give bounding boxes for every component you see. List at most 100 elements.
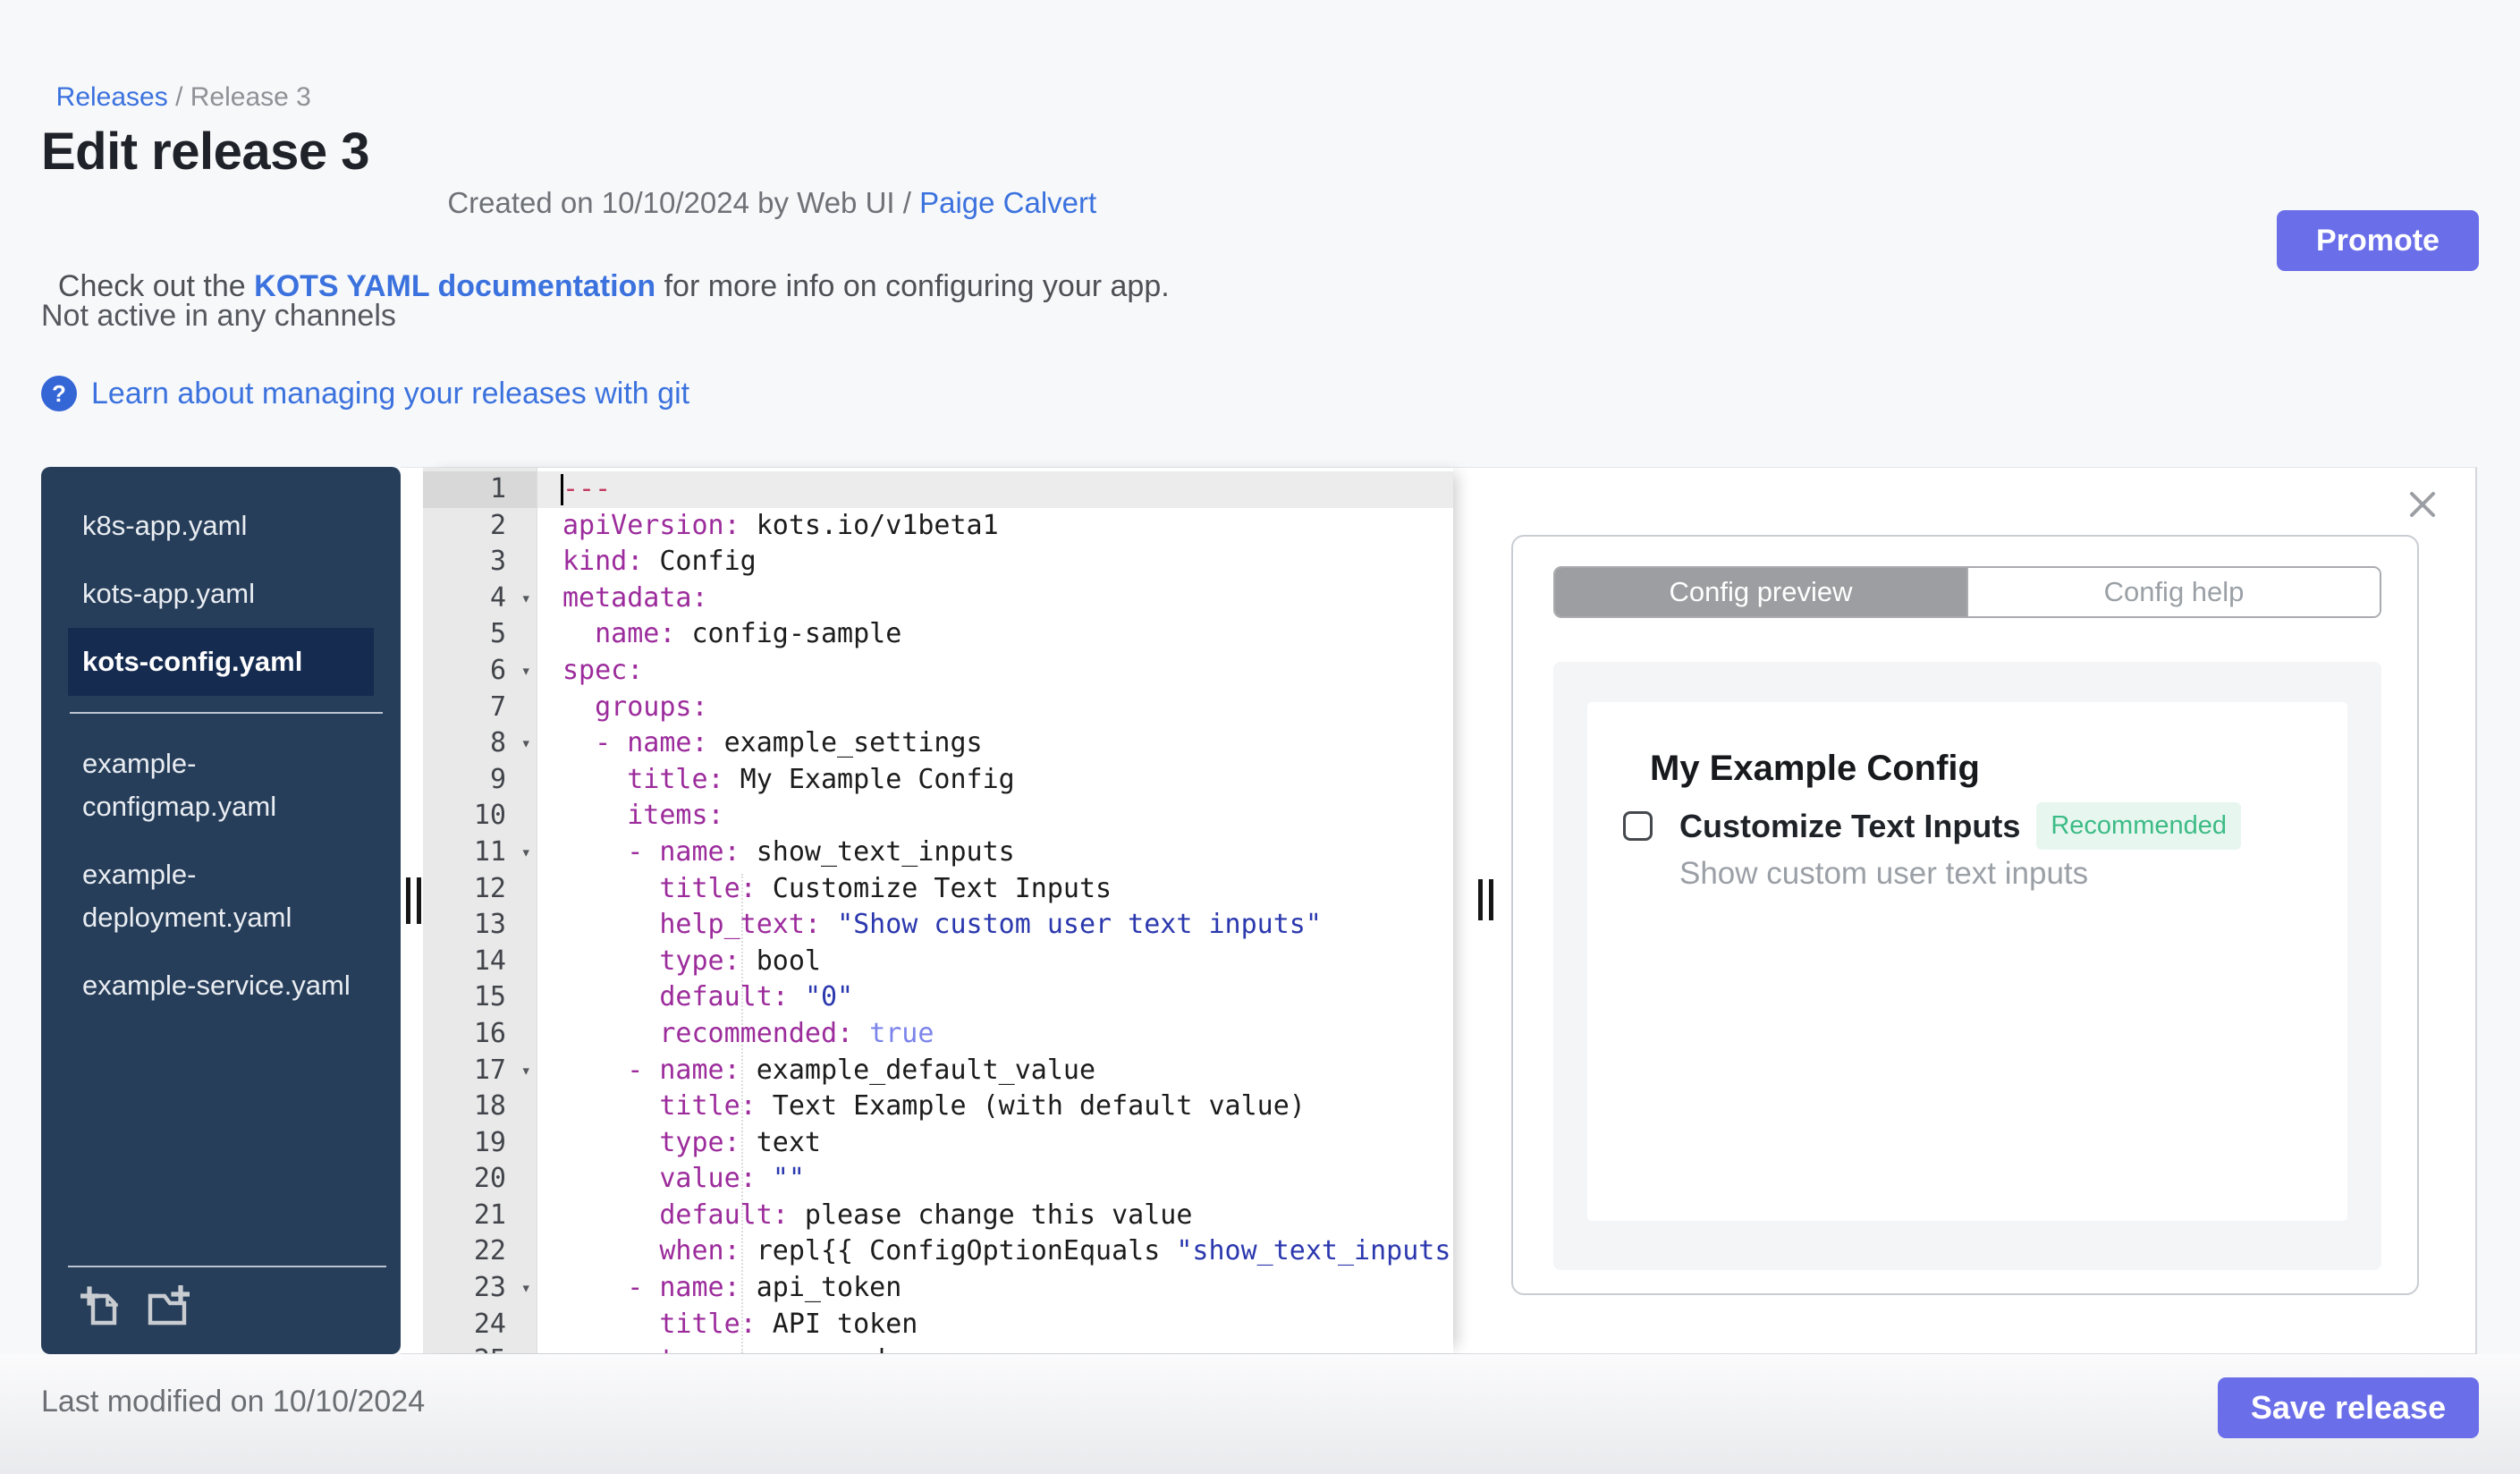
file-item[interactable]: example-configmap.yaml xyxy=(68,730,374,841)
config-preview-box: My Example Config Customize Text Inputs … xyxy=(1553,662,2381,1270)
yaml-editor[interactable]: 1 2 3 4 ▾ 5 6 ▾ 7 8 ▾ 9 10 11 ▾ 12 13 14 15 16 17 ▾ 18 19 20 21 22… xyxy=(423,468,1453,1353)
preview-resize-handle[interactable] xyxy=(1478,879,1493,920)
promote-button[interactable]: Promote xyxy=(2277,210,2479,271)
code-line[interactable]: when: repl{{ ConfigOptionEquals "show_te… xyxy=(537,1233,1453,1270)
git-help-label: Learn about managing your releases with … xyxy=(91,376,690,411)
gutter-cell: 7 xyxy=(489,690,506,723)
code-line[interactable]: title: Customize Text Inputs xyxy=(537,871,1453,908)
code-line[interactable]: apiVersion: kots.io/v1beta1 xyxy=(537,508,1453,545)
file-item[interactable]: kots-config.yaml xyxy=(68,628,374,696)
code-line[interactable]: title: API token xyxy=(537,1307,1453,1343)
close-icon[interactable] xyxy=(2406,488,2439,521)
gutter-cell: 20 xyxy=(473,1163,506,1195)
code-line[interactable]: - name: example_default_value xyxy=(537,1053,1453,1089)
recommended-badge: Recommended xyxy=(2036,802,2242,850)
gutter-cell: 15 xyxy=(473,981,506,1013)
release-meta-text: Created on 10/10/2024 by Web UI / xyxy=(447,186,920,219)
breadcrumb-releases-link[interactable]: Releases xyxy=(56,82,168,112)
docs-info-suffix: for more info on configuring your app. xyxy=(655,269,1170,303)
code-line[interactable]: default: please change this value xyxy=(537,1198,1453,1234)
code-line[interactable]: kind: Config xyxy=(537,544,1453,580)
code-line[interactable]: type: text xyxy=(537,1125,1453,1162)
code-line[interactable]: name: config-sample xyxy=(537,616,1453,653)
code-line[interactable]: items: xyxy=(537,798,1453,834)
config-group-heading: My Example Config xyxy=(1650,749,1980,788)
add-file-icon[interactable] xyxy=(80,1285,123,1333)
config-preview-form: My Example Config Customize Text Inputs … xyxy=(1587,702,2347,1221)
release-meta: Created on 10/10/2024 by Web UI / Paige … xyxy=(431,152,1096,220)
code-line[interactable]: type: bool xyxy=(537,944,1453,980)
breadcrumb-separator: / xyxy=(167,82,190,112)
code-line[interactable]: help_text: "Show custom user text inputs… xyxy=(537,907,1453,944)
add-folder-icon[interactable] xyxy=(147,1284,190,1333)
fold-arrow-icon[interactable]: ▾ xyxy=(521,725,531,762)
code-line[interactable]: - name: example_settings xyxy=(537,725,1453,762)
fold-arrow-icon[interactable]: ▾ xyxy=(521,1053,531,1089)
last-modified-text: Last modified on 10/10/2024 xyxy=(41,1385,426,1419)
author-link[interactable]: Paige Calvert xyxy=(919,186,1096,219)
code-line[interactable]: type: password xyxy=(537,1343,1453,1353)
code-line[interactable]: spec: xyxy=(537,653,1453,690)
gutter-cell: 22 xyxy=(473,1235,506,1267)
editor-code[interactable]: --- apiVersion: kots.io/v1beta1 kind: Conf… xyxy=(537,471,1453,1353)
sidebar-resize-handle[interactable] xyxy=(406,877,421,924)
fold-arrow-icon[interactable]: ▾ xyxy=(521,653,531,690)
footer-bar: Last modified on 10/10/2024 Save release xyxy=(0,1354,2520,1474)
sidebar-bottom xyxy=(68,1266,386,1340)
gutter-cell: 14 xyxy=(473,945,506,977)
code-line[interactable]: recommended: true xyxy=(537,1016,1453,1053)
text-cursor xyxy=(561,474,563,505)
tab-config-preview[interactable]: Config preview xyxy=(1555,568,1966,616)
breadcrumb: Releases / Release 3 xyxy=(41,52,311,113)
gutter-cell: 5 xyxy=(489,618,506,650)
gutter-cell: 12 xyxy=(473,872,506,904)
file-item[interactable]: example-deployment.yaml xyxy=(68,841,374,952)
code-line[interactable]: groups: xyxy=(537,690,1453,726)
config-checkbox-row: Customize Text Inputs Recommended xyxy=(1623,802,2242,850)
fold-arrow-icon[interactable]: ▾ xyxy=(521,1270,531,1307)
code-line[interactable]: title: My Example Config xyxy=(537,762,1453,799)
code-line[interactable]: - name: show_text_inputs xyxy=(537,834,1453,871)
file-item[interactable]: kots-app.yaml xyxy=(68,560,374,628)
code-line[interactable]: metadata: xyxy=(537,580,1453,617)
release-editor: k8s-app.yaml kots-app.yaml kots-config.yam… xyxy=(41,467,2477,1354)
file-list-divider xyxy=(70,712,383,714)
gutter-cell: 17 ▾ xyxy=(423,1053,537,1089)
gutter-cell: 21 xyxy=(473,1199,506,1231)
tab-config-help[interactable]: Config help xyxy=(1966,568,2380,616)
gutter-cell: 23 ▾ xyxy=(423,1270,537,1307)
gutter-cell: 13 xyxy=(473,909,506,941)
git-help-link[interactable]: ? Learn about managing your releases wit… xyxy=(41,376,689,411)
config-tabs: Config preview Config help xyxy=(1553,566,2381,618)
gutter-cell: 11 ▾ xyxy=(423,834,537,871)
code-line[interactable]: --- xyxy=(537,471,1453,508)
gutter-cell: 10 xyxy=(473,800,506,832)
customize-text-inputs-checkbox[interactable] xyxy=(1623,811,1653,841)
docs-info-line: Check out the KOTS YAML documentation fo… xyxy=(41,234,1170,304)
gutter-cell: 19 xyxy=(473,1126,506,1158)
file-sidebar: k8s-app.yaml kots-app.yaml kots-config.yam… xyxy=(41,467,401,1354)
file-item[interactable]: example-service.yaml xyxy=(68,952,374,1020)
config-preview-card: Config preview Config help My Example Co… xyxy=(1511,535,2419,1295)
file-item[interactable]: k8s-app.yaml xyxy=(68,492,374,560)
code-line[interactable]: title: Text Example (with default value) xyxy=(537,1089,1453,1125)
code-line[interactable]: - name: api_token xyxy=(537,1270,1453,1307)
breadcrumb-current: Release 3 xyxy=(190,82,311,112)
gutter-cell: 25 xyxy=(423,1343,537,1353)
gutter-cell: 8 ▾ xyxy=(423,725,537,762)
save-release-button[interactable]: Save release xyxy=(2218,1377,2479,1438)
gutter-cell: 2 xyxy=(489,509,506,541)
checkbox-help-text: Show custom user text inputs xyxy=(1679,856,2089,891)
fold-arrow-icon[interactable]: ▾ xyxy=(521,834,531,871)
page-title: Edit release 3 xyxy=(41,123,370,181)
question-mark-icon: ? xyxy=(41,376,77,411)
editor-gutter: 1 2 3 4 ▾ 5 6 ▾ 7 8 ▾ 9 10 11 ▾ 12 13 14 15 16 17 ▾ 18 19 20 21 22… xyxy=(423,471,537,1353)
gutter-cell: 4 ▾ xyxy=(423,580,537,617)
gutter-cell: 3 xyxy=(489,546,506,578)
fold-arrow-icon[interactable]: ▾ xyxy=(521,580,531,617)
code-line[interactable]: value: "" xyxy=(537,1161,1453,1198)
code-line[interactable]: default: "0" xyxy=(537,979,1453,1016)
gutter-cell: 6 ▾ xyxy=(423,653,537,690)
gutter-cell: 1 xyxy=(423,471,537,508)
gutter-cell: 9 xyxy=(489,763,506,795)
